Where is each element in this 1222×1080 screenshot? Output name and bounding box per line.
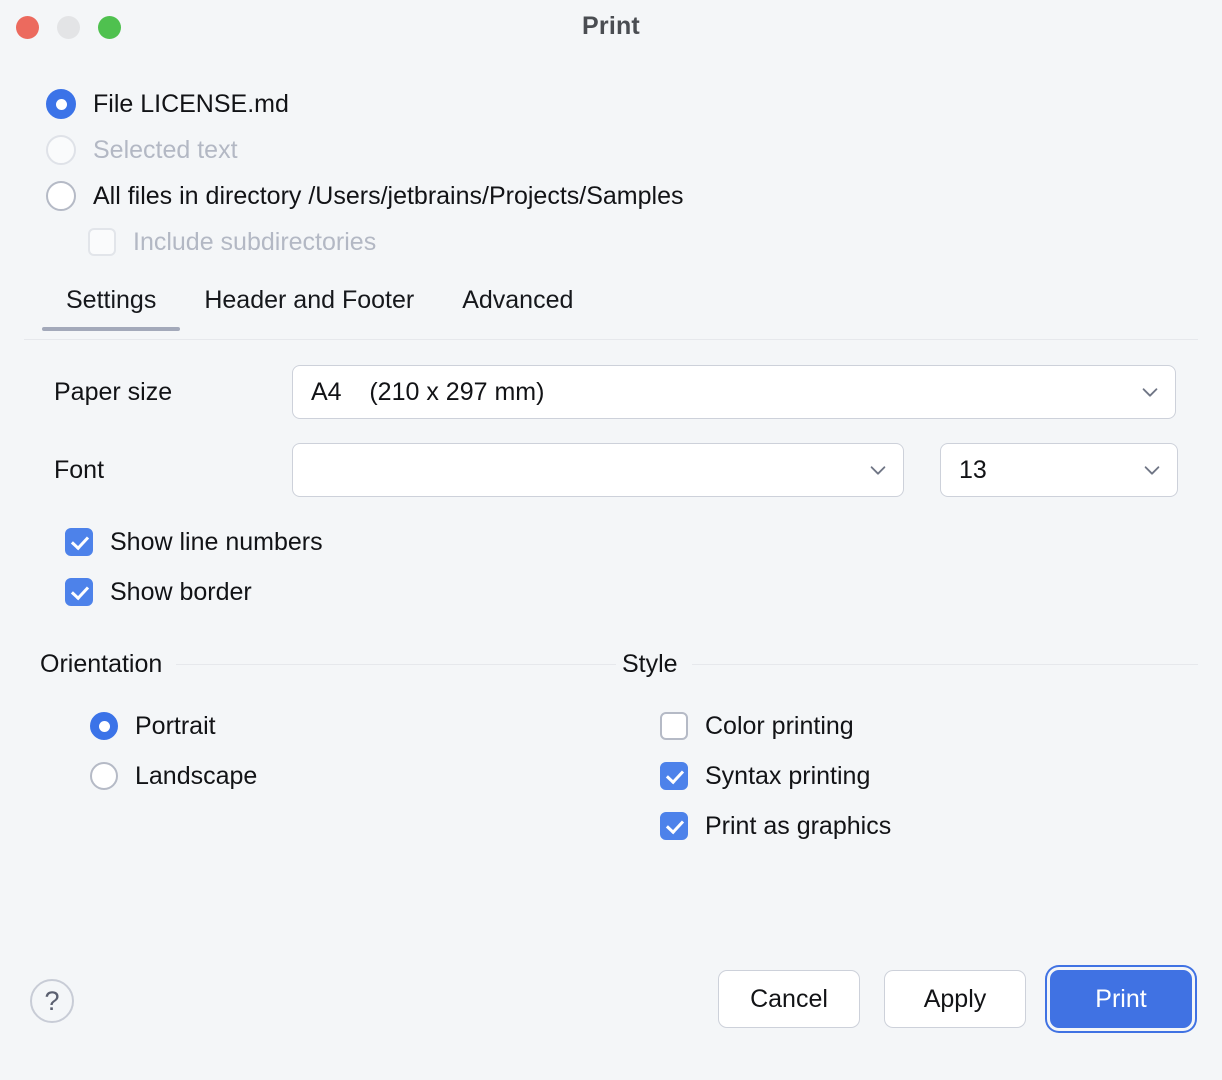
style-options: Color printing Syntax printing Print as … [608,679,1198,851]
tab-advanced[interactable]: Advanced [438,286,597,331]
radio-option-selected-text: Selected text [46,127,1222,173]
checkbox-show-line-numbers[interactable]: Show line numbers [0,517,1222,567]
checkbox-color-printing-label: Color printing [705,712,854,741]
group-sections: Orientation Portrait Landscape Style [0,649,1222,851]
font-family-select[interactable] [292,443,904,497]
checkbox-include-subdirectories-icon [88,228,116,256]
print-button[interactable]: Print [1050,970,1192,1028]
radio-option-landscape-label: Landscape [135,762,257,791]
checkbox-show-border[interactable]: Show border [0,567,1222,617]
title-bar: Print [0,0,1222,56]
orientation-group: Orientation Portrait Landscape [40,649,608,851]
orientation-options: Portrait Landscape [40,679,608,801]
page-title: Print [0,12,1222,41]
radio-option-selected-text-label: Selected text [93,136,238,165]
tab-bar: Settings Header and Footer Advanced [0,286,1222,341]
style-group-header: Style [608,649,1198,679]
checkbox-show-line-numbers-label: Show line numbers [110,528,323,557]
paper-size-row: Paper size A4 (210 x 297 mm) [0,365,1222,419]
radio-option-all-files[interactable]: All files in directory /Users/jetbrains/… [46,173,1222,219]
checkbox-syntax-printing-icon[interactable] [660,762,688,790]
radio-option-portrait[interactable]: Portrait [90,701,608,751]
tab-bar-divider [24,339,1198,340]
checkbox-print-as-graphics-icon[interactable] [660,812,688,840]
radio-option-file-label: File LICENSE.md [93,90,289,119]
paper-size-label: Paper size [54,378,292,407]
style-group-title: Style [622,650,692,679]
radio-option-file[interactable]: File LICENSE.md [46,81,1222,127]
font-size-value: 13 [959,456,1133,485]
orientation-group-title: Orientation [40,650,176,679]
footer-actions: Cancel Apply Print [718,970,1192,1028]
checkbox-print-as-graphics-label: Print as graphics [705,812,891,841]
style-group: Style Color printing Syntax printing Pri… [608,649,1198,851]
radio-option-portrait-label: Portrait [135,712,216,741]
cancel-button[interactable]: Cancel [718,970,860,1028]
paper-size-select[interactable]: A4 (210 x 297 mm) [292,365,1176,419]
dialog-footer: ? Cancel Apply Print [0,970,1222,1080]
tab-header-and-footer[interactable]: Header and Footer [180,286,438,331]
tab-settings[interactable]: Settings [42,286,180,331]
chevron-down-icon [867,459,889,481]
radio-all-files-icon[interactable] [46,181,76,211]
checkbox-show-line-numbers-icon[interactable] [65,528,93,556]
radio-portrait-icon[interactable] [90,712,118,740]
checkbox-color-printing[interactable]: Color printing [660,701,1198,751]
help-icon[interactable]: ? [30,979,74,1023]
font-label: Font [54,456,292,485]
radio-option-landscape[interactable]: Landscape [90,751,608,801]
style-group-separator-left [608,664,616,665]
radio-landscape-icon[interactable] [90,762,118,790]
font-row: Font 13 [0,443,1222,497]
orientation-group-separator [176,664,608,665]
font-size-select[interactable]: 13 [940,443,1178,497]
checkbox-print-as-graphics[interactable]: Print as graphics [660,801,1198,851]
print-scope-group: File LICENSE.md Selected text All files … [0,56,1222,265]
radio-option-all-files-label: All files in directory /Users/jetbrains/… [93,182,683,211]
paper-size-value: A4 (210 x 297 mm) [311,378,1131,407]
checkbox-include-subdirectories-label: Include subdirectories [133,228,376,257]
checkbox-syntax-printing[interactable]: Syntax printing [660,751,1198,801]
orientation-group-header: Orientation [40,649,608,679]
checkbox-show-border-label: Show border [110,578,252,607]
chevron-down-icon [1139,381,1161,403]
chevron-down-icon [1141,459,1163,481]
checkbox-color-printing-icon[interactable] [660,712,688,740]
settings-checkbox-group: Show line numbers Show border [0,517,1222,617]
radio-selected-text-icon [46,135,76,165]
checkbox-include-subdirectories: Include subdirectories [46,219,1222,265]
radio-file-icon[interactable] [46,89,76,119]
checkbox-show-border-icon[interactable] [65,578,93,606]
apply-button[interactable]: Apply [884,970,1026,1028]
checkbox-syntax-printing-label: Syntax printing [705,762,870,791]
style-group-separator [692,664,1198,665]
print-dialog: Print File LICENSE.md Selected text All … [0,0,1222,1080]
